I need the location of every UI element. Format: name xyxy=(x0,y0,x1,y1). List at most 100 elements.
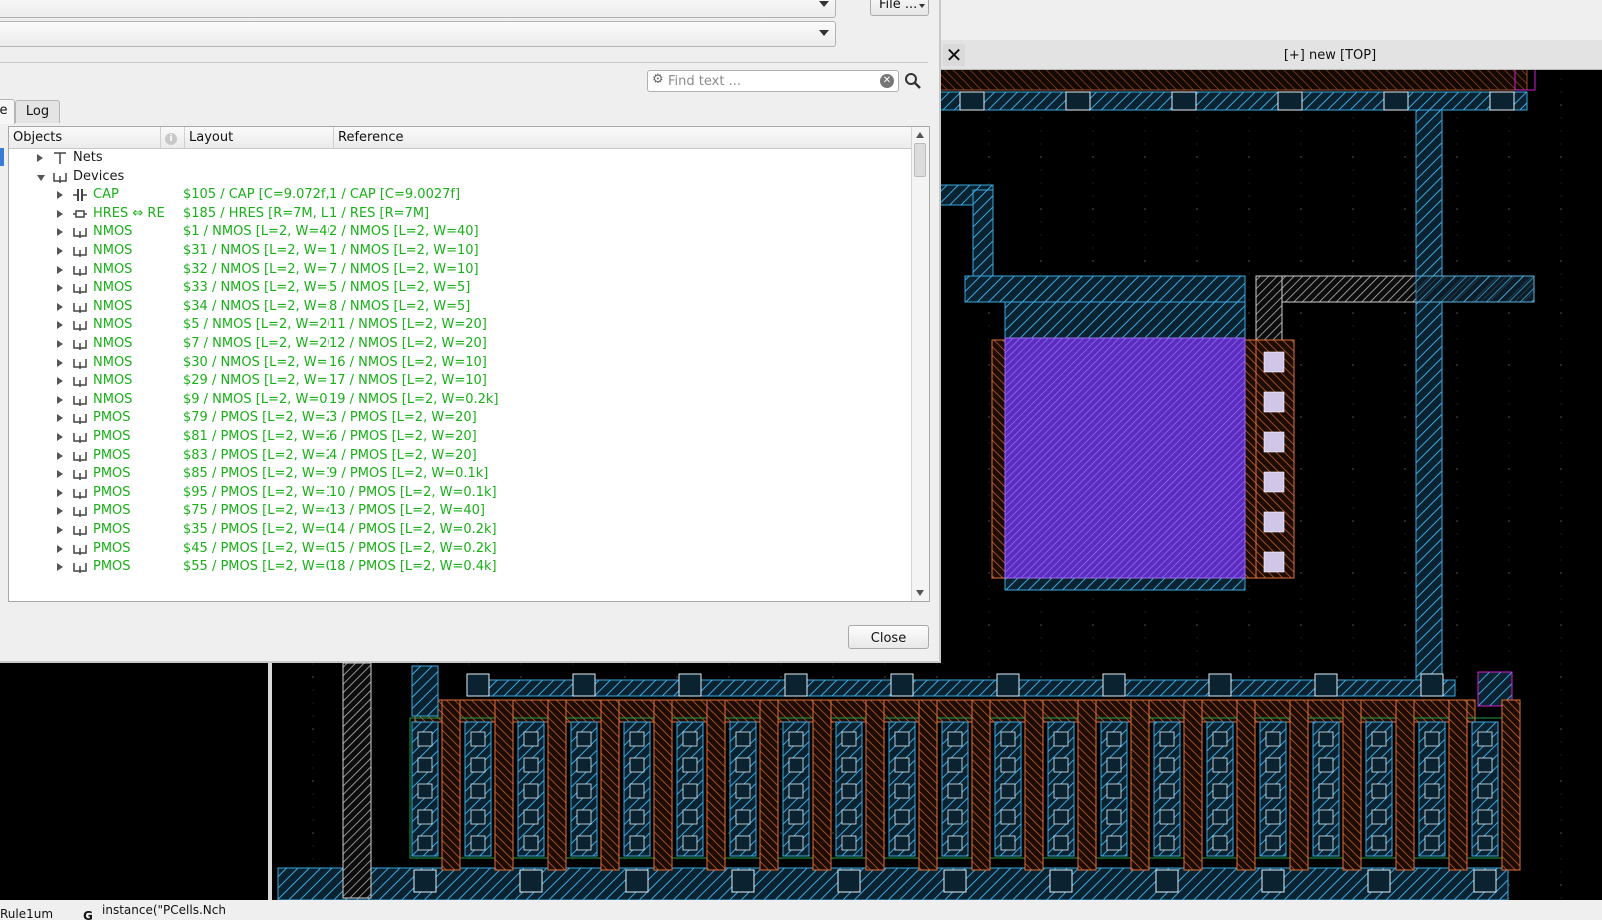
via xyxy=(837,869,861,893)
row-reference-value: 12 / NMOS [L=2, W=20] xyxy=(329,336,487,351)
expand-arrow-icon[interactable] xyxy=(57,191,63,200)
expand-arrow-icon[interactable] xyxy=(57,526,63,534)
clear-icon[interactable]: ✕ xyxy=(880,74,894,88)
expand-arrow-icon[interactable] xyxy=(57,209,63,218)
tree-row[interactable]: PMOS $55 / PMOS [L=2, W=0.418 / PMOS [L=2… xyxy=(9,558,911,577)
tree-row[interactable]: CAP $105 / CAP [C=9.072f, A1 / CAP [C=9.0… xyxy=(9,186,911,205)
tree-row[interactable]: NMOS $30 / NMOS [L=2, W=10 16 / NMOS [L=2,… xyxy=(9,354,911,373)
tree-row[interactable]: NMOS $7 / NMOS [L=2, W=20, 12 / NMOS [L=2,… xyxy=(9,335,911,354)
contact xyxy=(947,835,963,851)
expand-arrow-icon[interactable] xyxy=(57,414,63,423)
row-layout-value: $55 / PMOS [L=2, W=0.4 xyxy=(183,559,329,575)
tab-cross-reference[interactable]: e xyxy=(0,99,15,124)
tree-row[interactable]: NMOS $31 / NMOS [L=2, W=10 1 / NMOS [L=2, … xyxy=(9,242,911,261)
column-header-reference[interactable]: Reference xyxy=(334,127,911,149)
collapse-arrow-icon[interactable] xyxy=(37,174,45,181)
expand-arrow-icon[interactable] xyxy=(57,563,63,572)
tree-row[interactable]: NMOS $34 / NMOS [L=2, W=5, 8 / NMOS [L=2, … xyxy=(9,298,911,317)
expand-arrow-icon[interactable] xyxy=(57,284,63,293)
tree-row[interactable]: PMOS $45 / PMOS [L=2, W=0.215 / PMOS [L=2… xyxy=(9,540,911,559)
poly-gate xyxy=(759,699,779,871)
row-object-label: NMOS xyxy=(93,280,133,296)
expand-arrow-icon[interactable] xyxy=(57,247,63,255)
contact xyxy=(894,731,910,747)
find-text-field[interactable]: ⚙ ✕ xyxy=(647,70,899,92)
tree-row[interactable]: NMOS $29 / NMOS [L=2, W=10 17 / NMOS [L=2,… xyxy=(9,372,911,391)
contact xyxy=(1371,835,1387,851)
status-mode: G xyxy=(83,909,93,920)
tree-row[interactable]: HRES ⇔ RE $185 / HRES [R=7M, L= 1 / RES [R… xyxy=(9,205,911,224)
row-object-label: NMOS xyxy=(93,336,133,351)
expand-arrow-icon[interactable] xyxy=(57,377,63,386)
contact xyxy=(894,783,910,799)
contact xyxy=(1000,731,1016,747)
tab-log[interactable]: Log xyxy=(15,100,60,123)
expand-arrow-icon[interactable] xyxy=(57,451,63,460)
tree-row[interactable]: PMOS $35 / PMOS [L=2, W=0.214 / PMOS [L=2… xyxy=(9,521,911,540)
expand-arrow-icon[interactable] xyxy=(57,433,63,441)
row-reference-value: 4 / PMOS [L=2, W=20] xyxy=(329,447,477,463)
poly-gate xyxy=(1342,699,1362,871)
expand-arrow-icon[interactable] xyxy=(57,488,63,497)
contact xyxy=(417,809,433,825)
column-header-layout[interactable]: Layout xyxy=(185,127,334,149)
tree-row[interactable]: PMOS $75 / PMOS [L=2, W=40 13 / PMOS [L=2,… xyxy=(9,502,911,521)
tree-row[interactable]: PMOS $85 / PMOS [L=2, W=10 9 / PMOS [L=2, … xyxy=(9,465,911,484)
tree-row[interactable]: NMOS $32 / NMOS [L=2, W=10 7 / NMOS [L=2, … xyxy=(9,261,911,280)
expand-arrow-icon[interactable] xyxy=(37,154,43,162)
poly-gate xyxy=(1289,699,1309,871)
tree-row[interactable]: NMOS $9 / NMOS [L=2, W=0.2k19 / NMOS [L=2… xyxy=(9,391,911,410)
scroll-thumb[interactable] xyxy=(914,143,926,177)
contact xyxy=(629,835,645,851)
expand-arrow-icon[interactable] xyxy=(57,507,63,516)
contact xyxy=(576,731,592,747)
column-header-objects[interactable]: Objects xyxy=(9,127,161,149)
tree-row[interactable]: PMOS $81 / PMOS [L=2, W=20 6 / PMOS [L=2, … xyxy=(9,428,911,447)
tree-row[interactable]: NMOS $1 / NMOS [L=2, W=40, 2 / NMOS [L=2, … xyxy=(9,223,911,242)
search-input[interactable] xyxy=(668,73,868,89)
expand-arrow-icon[interactable] xyxy=(57,340,63,348)
file-menu-button[interactable]: File ... xyxy=(870,0,929,16)
expand-arrow-icon[interactable] xyxy=(57,358,63,367)
contact xyxy=(523,757,539,773)
via xyxy=(1473,869,1497,893)
tree-row[interactable]: NMOS $5 / NMOS [L=2, W=20, 11 / NMOS [L=2,… xyxy=(9,316,911,335)
tree-row[interactable]: Nets xyxy=(9,149,911,168)
expand-arrow-icon[interactable] xyxy=(57,302,63,311)
tree-row[interactable]: PMOS $95 / PMOS [L=2, W=10 10 / PMOS [L=2,… xyxy=(9,484,911,503)
contact xyxy=(470,757,486,773)
scroll-up-icon[interactable] xyxy=(916,132,924,138)
row-object-label: HRES ⇔ RE xyxy=(93,205,165,221)
layout-view-title[interactable]: [+] new [TOP] xyxy=(1200,48,1460,63)
close-button[interactable]: Close xyxy=(848,625,929,649)
column-header-info[interactable]: i xyxy=(161,127,185,149)
search-icon[interactable] xyxy=(903,71,923,91)
tree-row[interactable]: NMOS $33 / NMOS [L=2, W=5, 5 / NMOS [L=2, … xyxy=(9,279,911,298)
contact xyxy=(576,783,592,799)
expand-arrow-icon[interactable] xyxy=(57,228,63,237)
tree-body[interactable]: Nets Devices CAP $105 / CAP [C=9.072f, A1 /… xyxy=(9,149,911,601)
netlist-tree[interactable]: Objects i Layout Reference Nets Devices CA… xyxy=(8,126,930,602)
gear-icon[interactable]: ⚙ xyxy=(652,72,664,87)
tree-row[interactable]: PMOS $83 / PMOS [L=2, W=20 4 / PMOS [L=2, … xyxy=(9,447,911,466)
via xyxy=(1277,91,1303,111)
expand-arrow-icon[interactable] xyxy=(57,321,63,330)
row-reference-value: 17 / NMOS [L=2, W=10] xyxy=(329,373,487,389)
layout-combo[interactable] xyxy=(0,21,836,47)
row-object-label: CAP xyxy=(93,187,119,203)
tree-row[interactable]: Devices xyxy=(9,168,911,187)
expand-arrow-icon[interactable] xyxy=(57,265,63,274)
expand-arrow-icon[interactable] xyxy=(57,544,63,553)
contact xyxy=(1212,809,1228,825)
database-combo[interactable] xyxy=(0,0,836,18)
vertical-scrollbar[interactable] xyxy=(911,127,929,601)
contact xyxy=(417,731,433,747)
contact xyxy=(1265,731,1281,747)
expand-arrow-icon[interactable] xyxy=(57,395,63,404)
device-icon xyxy=(52,169,68,185)
close-icon[interactable]: ✕ xyxy=(943,44,965,66)
scroll-down-icon[interactable] xyxy=(916,590,924,596)
tree-row[interactable]: PMOS $79 / PMOS [L=2, W=20 3 / PMOS [L=2, … xyxy=(9,409,911,428)
transistor-icon xyxy=(72,280,88,296)
expand-arrow-icon[interactable] xyxy=(57,470,63,479)
